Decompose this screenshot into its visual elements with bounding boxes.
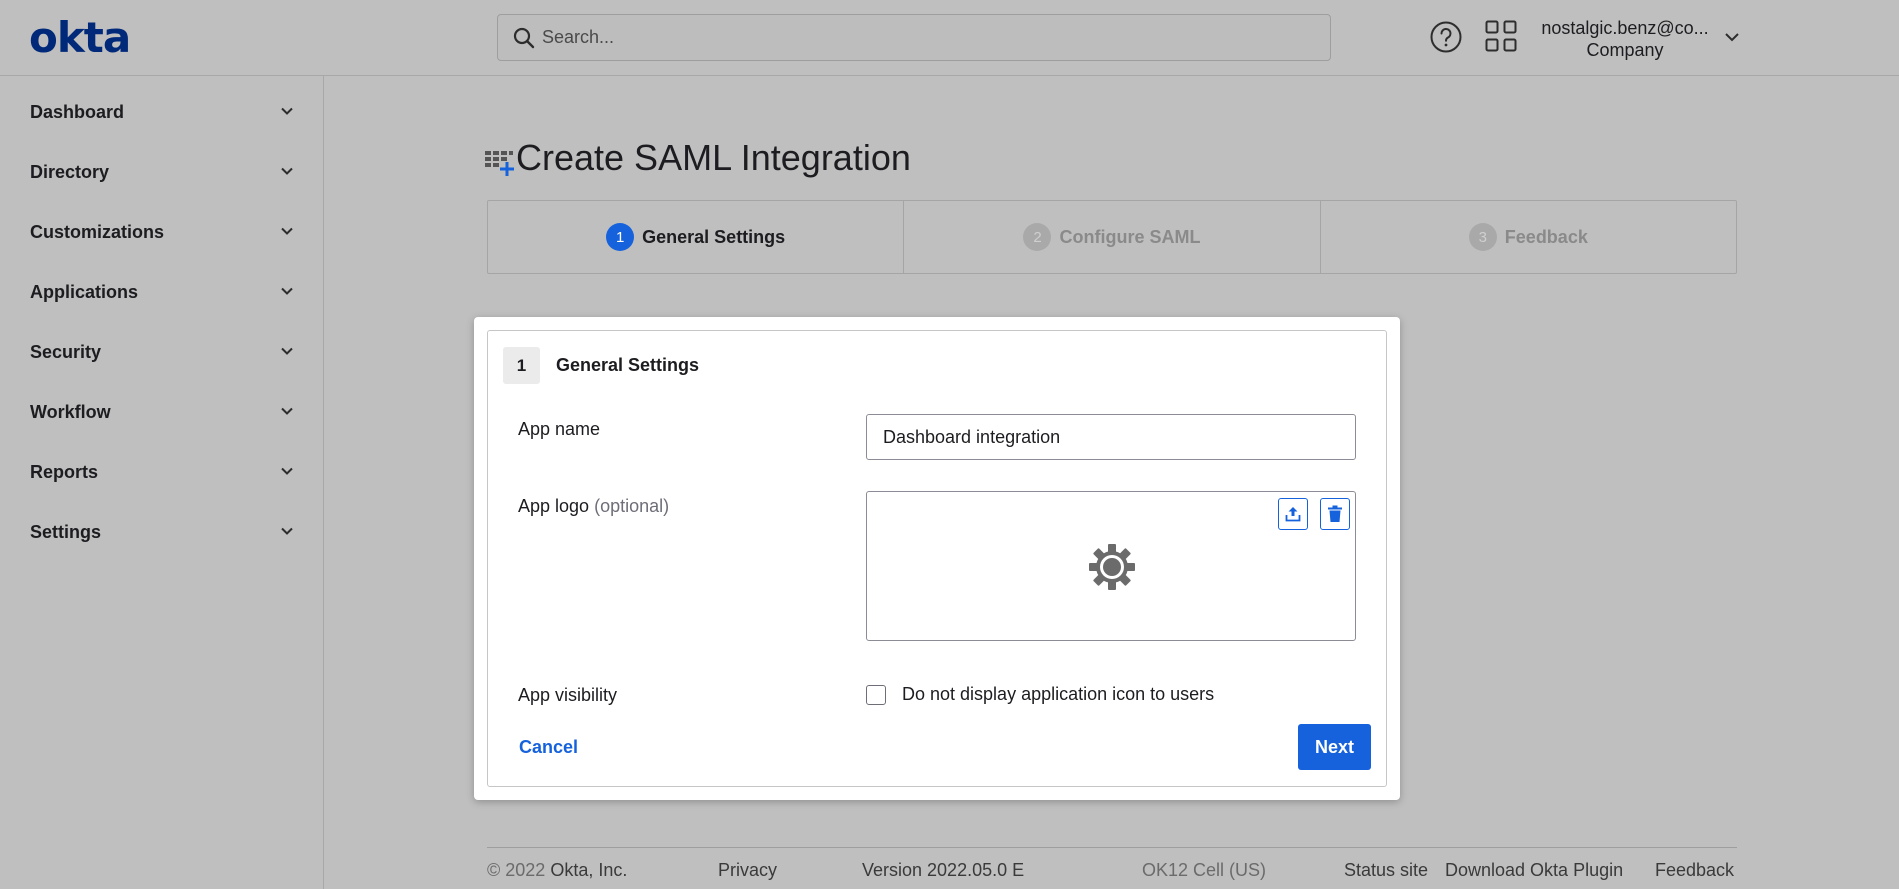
app-logo-label-text: App logo [518, 496, 590, 516]
step-feedback: 3 Feedback [1321, 201, 1736, 273]
next-button[interactable]: Next [1298, 724, 1371, 770]
app-name-label: App name [518, 419, 601, 439]
sidebar-item-label: Dashboard [30, 101, 125, 122]
search-bar[interactable] [497, 14, 1331, 61]
sidebar-item-label: Directory [30, 161, 110, 182]
sidebar-item-label: Security [30, 341, 102, 362]
upload-icon [1285, 507, 1301, 522]
sidebar-item-label: Reports [30, 461, 99, 482]
step-general-settings: 1 General Settings [488, 201, 905, 273]
gear-icon [1087, 542, 1137, 592]
step-number: 1 [606, 223, 635, 251]
user-email: nostalgic.benz@co... [1541, 18, 1709, 38]
chevron-down-icon [278, 402, 296, 420]
search-icon [512, 26, 536, 50]
sidebar-item-customizations[interactable]: Customizations [0, 202, 323, 262]
chevron-down-icon [278, 222, 296, 240]
chevron-down-icon [278, 102, 296, 120]
trash-icon [1328, 505, 1342, 522]
user-menu[interactable]: nostalgic.benz@co... Company [1537, 17, 1713, 61]
copyright-year: © 2022 [487, 860, 546, 880]
step-number: 3 [1468, 223, 1497, 251]
chevron-down-icon [278, 162, 296, 180]
step-label: Feedback [1504, 226, 1588, 247]
app-grid-icon[interactable] [1485, 20, 1517, 52]
wizard-steps: 1 General Settings 2 Configure SAML 3 Fe… [487, 200, 1737, 274]
sidebar: Dashboard Directory Customizations Appli… [0, 76, 324, 889]
app-name-input[interactable] [866, 414, 1356, 460]
chevron-down-icon [278, 462, 296, 480]
hide-app-icon-label[interactable]: Do not display application icon to users [902, 684, 1214, 705]
sidebar-item-directory[interactable]: Directory [0, 142, 323, 202]
general-settings-panel: 1 General Settings App name App logo (op… [487, 330, 1387, 787]
app-visibility-label: App visibility [518, 685, 618, 705]
page-title: Create SAML Integration [516, 137, 911, 178]
hide-app-icon-checkbox[interactable] [866, 685, 886, 705]
step-configure-saml: 2 Configure SAML [904, 201, 1321, 273]
optional-hint: (optional) [594, 496, 670, 516]
footer-divider [487, 847, 1737, 848]
sidebar-item-label: Workflow [30, 401, 111, 422]
user-org: Company [1586, 40, 1664, 60]
step-label: General Settings [642, 226, 786, 247]
general-settings-dialog: 1 General Settings App name App logo (op… [474, 317, 1400, 800]
sidebar-item-dashboard[interactable]: Dashboard [0, 82, 323, 142]
sidebar-item-applications[interactable]: Applications [0, 262, 323, 322]
footer-status-site-link[interactable]: Status site [1344, 860, 1428, 881]
panel-title: General Settings [556, 355, 700, 375]
chevron-down-icon [278, 522, 296, 540]
sidebar-item-label: Applications [30, 281, 139, 302]
chevron-down-icon [278, 342, 296, 360]
help-circle-icon[interactable] [1429, 20, 1463, 54]
add-app-icon [485, 148, 515, 178]
chevron-down-icon [278, 282, 296, 300]
sidebar-item-settings[interactable]: Settings [0, 502, 323, 562]
okta-logo[interactable]: okta [29, 14, 131, 62]
panel-header: 1 General Settings [503, 347, 699, 384]
sidebar-item-workflow[interactable]: Workflow [0, 382, 323, 442]
panel-step-number: 1 [503, 347, 540, 384]
delete-logo-button[interactable] [1320, 498, 1350, 530]
chevron-down-icon[interactable] [1723, 28, 1741, 46]
footer-download-plugin-link[interactable]: Download Okta Plugin [1445, 860, 1623, 881]
app-logo-dropzone[interactable] [866, 491, 1356, 641]
footer-cell: OK12 Cell (US) [1142, 860, 1267, 880]
sidebar-item-security[interactable]: Security [0, 322, 323, 382]
copyright-company: Okta, Inc. [550, 860, 628, 880]
footer-copyright: © 2022 Okta, Inc. [487, 860, 627, 881]
footer-privacy-link[interactable]: Privacy [718, 860, 777, 881]
footer-feedback-link[interactable]: Feedback [1655, 860, 1734, 881]
footer-version: Version 2022.05.0 E [862, 860, 1025, 880]
app-logo-label: App logo (optional) [518, 496, 669, 517]
sidebar-item-reports[interactable]: Reports [0, 442, 323, 502]
step-number: 2 [1023, 223, 1052, 251]
cancel-button[interactable]: Cancel [519, 737, 578, 758]
sidebar-item-label: Settings [30, 521, 102, 542]
sidebar-item-label: Customizations [30, 221, 165, 242]
search-input[interactable] [542, 27, 1302, 48]
top-bar: okta nostalgic.benz@co... Company [0, 0, 1899, 76]
step-label: Configure SAML [1059, 226, 1201, 247]
upload-logo-button[interactable] [1278, 498, 1308, 530]
